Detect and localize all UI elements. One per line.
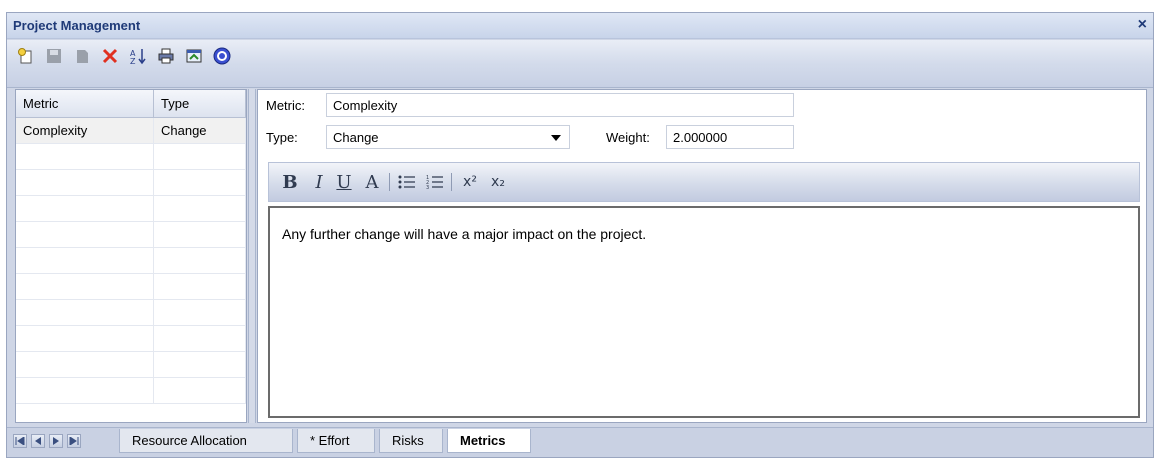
bullet-list-icon — [398, 175, 415, 189]
font-color-icon: A — [365, 171, 379, 193]
prev-tab-button[interactable] — [31, 434, 45, 448]
row-type-cell: Change — [154, 118, 246, 143]
list-row-empty — [16, 326, 246, 352]
metric-label: Metric: — [266, 98, 305, 113]
title-bar: Project Management × — [7, 13, 1153, 39]
list-row-empty — [16, 248, 246, 274]
list-row-empty — [16, 196, 246, 222]
last-icon — [69, 437, 79, 445]
superscript-button[interactable]: x² — [459, 171, 481, 193]
tab-metrics[interactable]: Metrics — [447, 429, 531, 453]
first-icon — [15, 437, 25, 445]
close-button[interactable]: × — [1138, 16, 1147, 34]
format-toolbar: B I U A 123 x² x₂ — [268, 162, 1140, 202]
list-row-empty — [16, 300, 246, 326]
copy-icon[interactable] — [71, 45, 93, 67]
underline-button[interactable]: U — [335, 171, 353, 193]
chevron-down-icon — [551, 135, 561, 141]
list-row[interactable]: Complexity Change — [16, 118, 246, 144]
svg-text:Z: Z — [130, 57, 136, 65]
list-row-empty — [16, 222, 246, 248]
type-select[interactable]: Change — [326, 125, 570, 149]
project-management-window: Project Management × AZ Metric Type Comp… — [6, 12, 1154, 458]
save-icon[interactable] — [43, 45, 65, 67]
italic-button[interactable]: I — [311, 171, 327, 193]
numbered-list-button[interactable]: 123 — [425, 171, 445, 193]
list-row-empty — [16, 378, 246, 404]
metric-detail-panel: Metric: Complexity Type: Change Weight: … — [257, 89, 1147, 423]
main-toolbar: AZ — [7, 40, 1153, 88]
type-select-value: Change — [333, 130, 379, 145]
help-icon[interactable] — [211, 45, 233, 67]
toolbar-separator — [451, 173, 452, 191]
sort-icon[interactable]: AZ — [127, 45, 149, 67]
type-label: Type: — [266, 130, 298, 145]
weight-field[interactable]: 2.000000 — [666, 125, 794, 149]
tab-effort[interactable]: * Effort — [297, 429, 375, 453]
panel-splitter[interactable] — [248, 89, 256, 423]
list-row-empty — [16, 274, 246, 300]
numbered-list-icon: 123 — [426, 175, 443, 190]
list-row-empty — [16, 170, 246, 196]
svg-text:3: 3 — [426, 185, 429, 190]
next-icon — [53, 437, 59, 445]
subscript-button[interactable]: x₂ — [487, 171, 509, 193]
options-icon[interactable] — [183, 45, 205, 67]
prev-icon — [35, 437, 41, 445]
list-header: Metric Type — [16, 90, 246, 118]
toolbar-separator — [389, 173, 390, 191]
window-title: Project Management — [13, 18, 141, 33]
tab-resource-allocation[interactable]: Resource Allocation — [119, 429, 293, 453]
delete-icon[interactable] — [99, 45, 121, 67]
bullet-list-button[interactable] — [397, 171, 417, 193]
column-header-type[interactable]: Type — [154, 90, 246, 117]
notes-editor[interactable]: Any further change will have a major imp… — [268, 206, 1140, 418]
list-row-empty — [16, 352, 246, 378]
next-tab-button[interactable] — [49, 434, 63, 448]
last-tab-button[interactable] — [67, 434, 81, 448]
column-header-metric[interactable]: Metric — [16, 90, 154, 117]
new-icon[interactable] — [15, 45, 37, 67]
metric-field[interactable]: Complexity — [326, 93, 794, 117]
first-tab-button[interactable] — [13, 434, 27, 448]
bold-button[interactable]: B — [281, 171, 299, 193]
print-icon[interactable] — [155, 45, 177, 67]
metrics-list: Metric Type Complexity Change — [15, 89, 247, 423]
weight-label: Weight: — [606, 130, 650, 145]
row-metric-cell: Complexity — [16, 118, 154, 143]
tab-bar: Resource Allocation * Effort Risks Metri… — [7, 427, 1153, 457]
font-color-button[interactable]: A — [361, 171, 383, 193]
list-row-empty — [16, 144, 246, 170]
tab-risks[interactable]: Risks — [379, 429, 443, 453]
